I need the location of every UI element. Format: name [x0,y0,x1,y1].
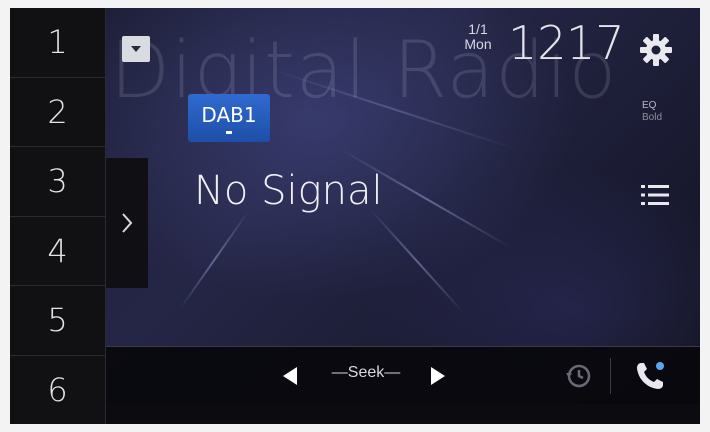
history-button[interactable] [562,360,594,392]
seek-label: —Seek— [316,364,416,382]
seek-next-button[interactable] [422,360,454,392]
clock-minute: 17 [566,16,625,70]
preset-button-2[interactable]: 2 [10,77,106,147]
preset-button-5[interactable]: 5 [10,286,106,356]
gear-icon [640,34,672,66]
eq-indicator: EQ Bold [642,100,678,124]
station-name: No Signal [194,168,383,214]
dropdown-toggle-button[interactable] [122,36,150,62]
chevron-right-icon [122,213,133,233]
radio-screen: Digital Radio 1 2 3 4 5 6 DAB1 No Signal… [10,8,700,424]
list-button[interactable] [636,176,674,214]
bar-divider [610,358,611,394]
band-label: DAB1 [201,102,257,127]
triangle-left-icon [283,367,297,385]
date-display: 1/1 Mon [458,22,498,52]
clock-hour: 12 [508,16,567,70]
bottom-strip [106,404,700,424]
seek-previous-button[interactable] [274,360,306,392]
preset-button-1[interactable]: 1 [10,8,106,78]
preset-button-6[interactable]: 6 [10,355,106,424]
decorative-streak [179,210,250,310]
triangle-right-icon [431,367,445,385]
date-value: 1/1 [468,21,488,37]
preset-button-4[interactable]: 4 [10,216,106,286]
decorative-streak [369,208,465,314]
phone-icon [637,362,664,389]
band-indicator [226,130,232,134]
settings-button[interactable] [636,30,676,70]
expand-panel-button[interactable] [106,158,148,288]
eq-value: Bold [642,112,663,123]
seek-dash-right: — [384,364,401,381]
eq-label: EQ [642,100,657,111]
weekday-value: Mon [464,36,492,52]
preset-button-3[interactable]: 3 [10,147,106,217]
seek-label-text: Seek [347,364,385,381]
preset-list: 1 2 3 4 5 6 [10,8,106,424]
band-badge[interactable]: DAB1 [188,94,270,142]
chevron-down-icon [131,46,141,52]
seek-dash-left: — [331,364,348,381]
phone-button[interactable] [630,356,670,396]
clock-history-icon [566,364,591,388]
list-icon [641,185,669,205]
